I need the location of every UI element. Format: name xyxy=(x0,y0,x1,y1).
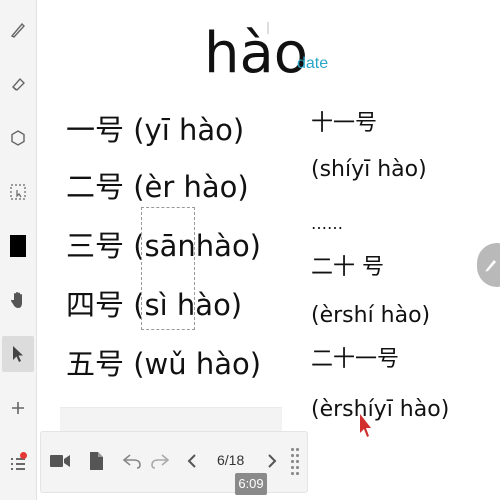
shape-tool-button[interactable] xyxy=(0,120,36,156)
right-line-2: (shíyī hào) xyxy=(311,157,427,182)
page-indicator: 6/18 xyxy=(217,452,245,468)
undo-button[interactable] xyxy=(117,446,147,476)
left-line-5: 五号 (wǔ hào) xyxy=(66,347,262,381)
mouse-cursor-icon xyxy=(360,414,371,437)
pointer-tool-button[interactable] xyxy=(2,336,34,372)
drag-handle-icon[interactable] xyxy=(291,448,299,476)
video-camera-icon xyxy=(50,455,70,467)
undo-icon xyxy=(122,454,141,469)
selection-box[interactable] xyxy=(141,207,195,330)
text-cursor xyxy=(267,22,269,34)
color-picker-button[interactable] xyxy=(0,228,36,264)
video-button[interactable] xyxy=(45,446,75,476)
shape-icon xyxy=(11,130,25,146)
date-label: date xyxy=(297,55,329,72)
left-line-2: 二号 (èr hào) xyxy=(66,170,249,204)
hand-tool-button[interactable] xyxy=(0,282,36,318)
right-line-5: (èrshí hào) xyxy=(311,303,431,328)
pointer-icon xyxy=(13,346,23,362)
left-line-1: 一号 (yī hào) xyxy=(66,113,245,147)
previous-page-button[interactable] xyxy=(177,446,207,476)
add-icon xyxy=(12,402,24,414)
right-line-1: 十一号 xyxy=(311,111,378,136)
eraser-tool-button[interactable] xyxy=(0,66,36,102)
next-page-button[interactable] xyxy=(257,446,287,476)
right-line-6: 二十一号 xyxy=(311,347,400,372)
background-toolbar xyxy=(60,407,282,434)
right-line-4: 二十 号 xyxy=(311,255,384,280)
document-icon xyxy=(90,452,103,470)
recording-timer: 6:09 xyxy=(235,473,267,495)
chevron-left-icon xyxy=(187,454,196,468)
floating-pen-button[interactable] xyxy=(477,243,500,287)
left-toolbar xyxy=(0,0,37,500)
right-line-3: …… xyxy=(311,214,343,233)
redo-icon xyxy=(151,454,170,469)
add-page-button[interactable] xyxy=(0,390,36,426)
slide-title: hào xyxy=(204,21,309,86)
pen-icon xyxy=(10,22,25,38)
menu-list-button[interactable] xyxy=(0,446,36,482)
redo-button[interactable] xyxy=(145,446,175,476)
right-line-7: (èrshíyī hào) xyxy=(311,397,450,422)
hand-pan-icon xyxy=(11,292,22,308)
select-box-icon xyxy=(10,184,26,200)
color-swatch xyxy=(10,235,26,257)
pen-tool-button[interactable] xyxy=(0,12,36,48)
chevron-right-icon xyxy=(268,454,277,468)
pen-icon xyxy=(485,260,496,272)
document-button[interactable] xyxy=(81,446,111,476)
notification-badge xyxy=(20,452,27,459)
select-box-tool-button[interactable] xyxy=(0,174,36,210)
eraser-icon xyxy=(11,77,25,91)
bottom-nav-bar: 6/18 xyxy=(40,431,308,493)
